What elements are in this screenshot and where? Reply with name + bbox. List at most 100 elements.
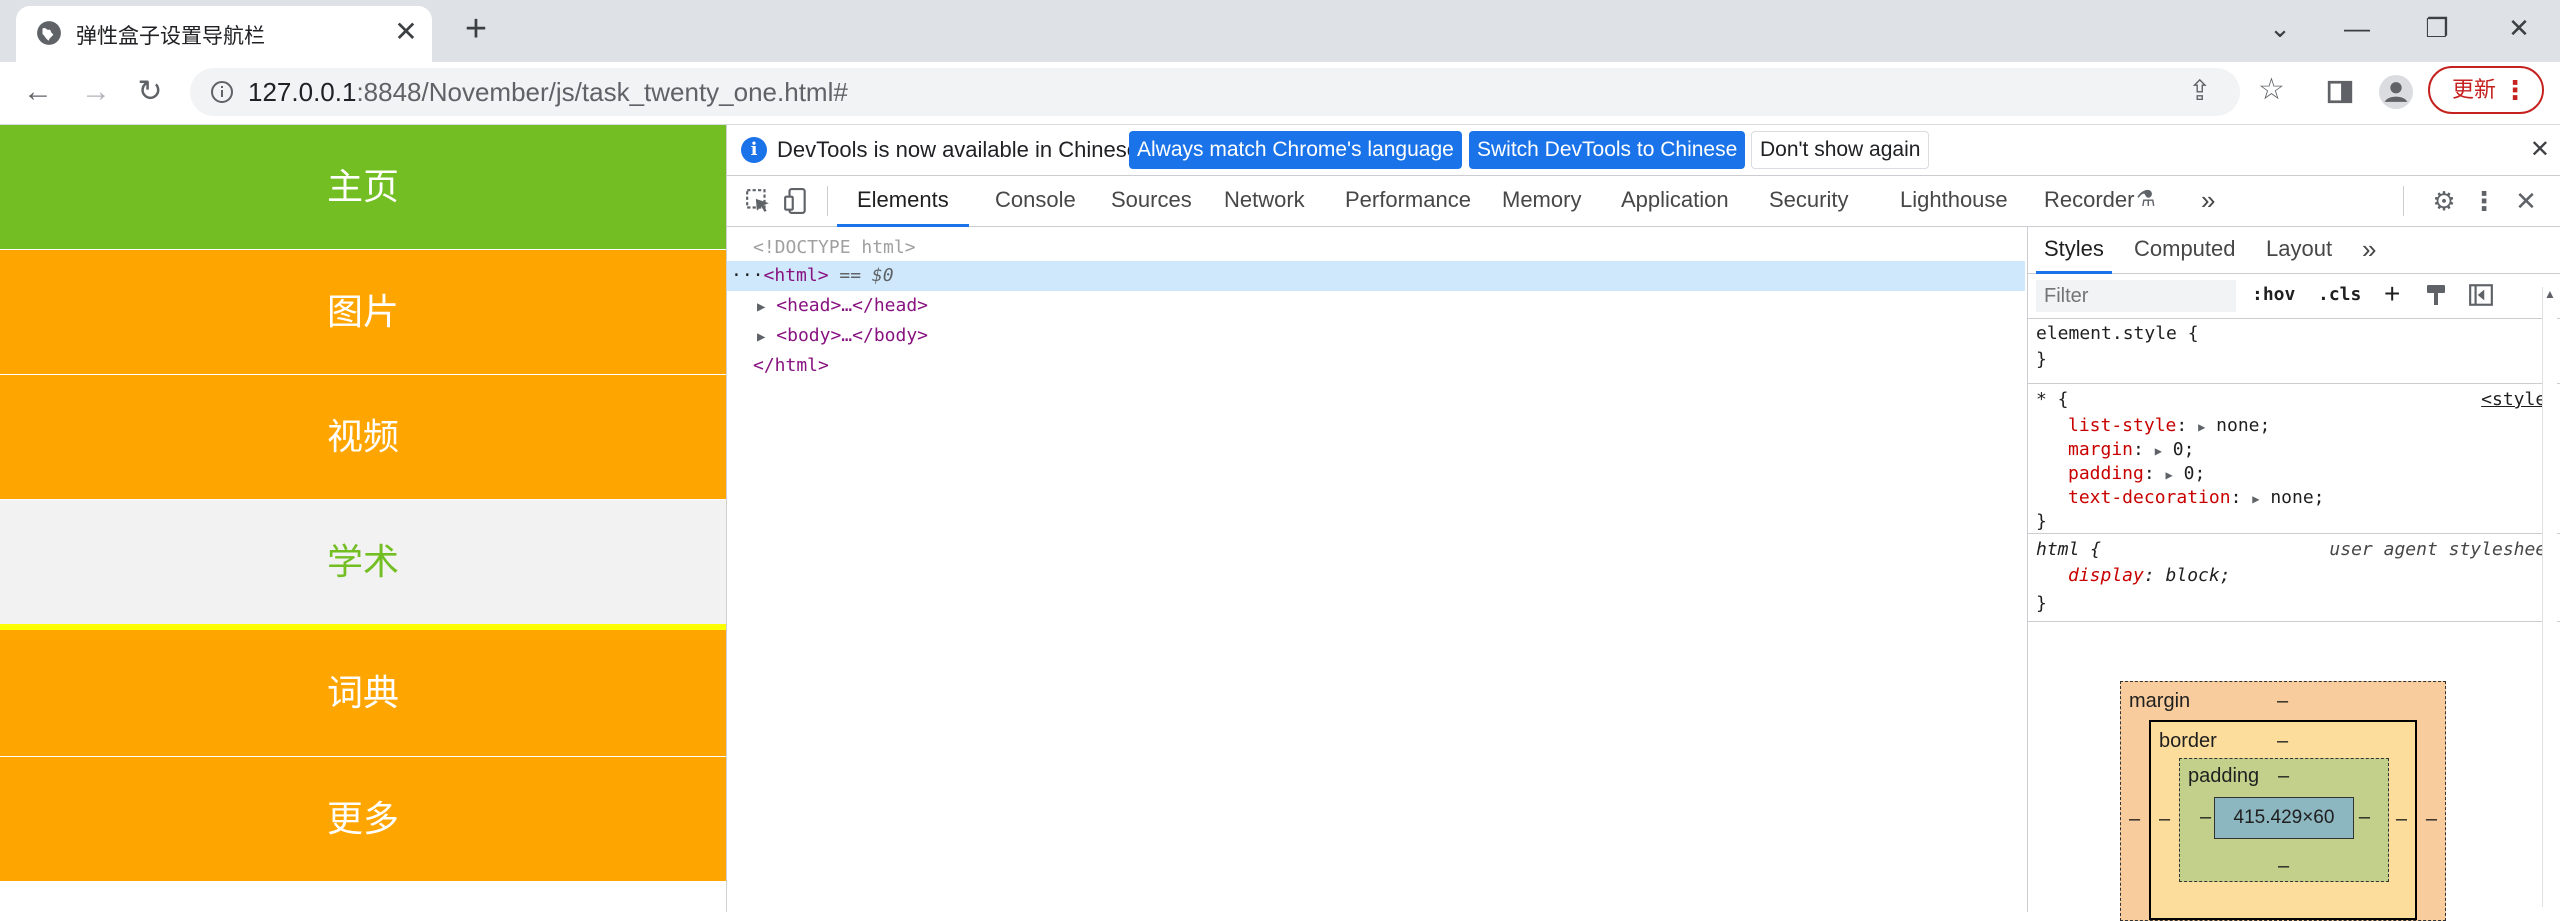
nav-item-more[interactable]: 更多	[0, 757, 726, 881]
tab-application[interactable]: Application	[1621, 176, 1729, 224]
doctype-text: <!DOCTYPE html>	[753, 237, 916, 258]
rule-html-user-agent[interactable]: html { user agent stylesheet display: bl…	[2028, 539, 2560, 622]
dom-head-node[interactable]: ▶ <head>…</head>	[727, 291, 2025, 321]
hov-toggle[interactable]: :hov	[2252, 284, 2295, 305]
devtools-close-icon[interactable]: ✕	[2509, 184, 2543, 218]
head-tag: <head>…</head>	[776, 295, 928, 316]
nav-item-academic[interactable]: 学术	[0, 500, 726, 624]
tab-security[interactable]: Security	[1769, 176, 1848, 224]
tab-sources[interactable]: Sources	[1111, 176, 1192, 224]
toggle-sidebar-icon[interactable]	[2468, 282, 2494, 313]
profile-avatar-icon[interactable]	[2378, 74, 2414, 110]
more-style-tabs-icon[interactable]: »	[2362, 227, 2376, 271]
tab-search-icon[interactable]: ⌄	[2255, 8, 2305, 48]
border-top-value: –	[2277, 730, 2289, 752]
settings-gear-icon[interactable]: ⚙	[2427, 184, 2461, 218]
info-icon: i	[741, 137, 767, 163]
tab-memory[interactable]: Memory	[1502, 176, 1581, 224]
bookmark-star-icon[interactable]: ☆	[2258, 72, 2285, 107]
html-selector: html {	[2036, 539, 2102, 560]
tab-close-icon[interactable]: ✕	[390, 16, 422, 48]
window-close-button[interactable]: ✕	[2494, 8, 2544, 48]
devtools-menu-icon[interactable]: ⋮	[2467, 184, 2501, 218]
restore-button[interactable]: ❐	[2412, 8, 2462, 48]
tab-performance[interactable]: Performance	[1345, 176, 1471, 224]
tab-styles[interactable]: Styles	[2036, 227, 2112, 274]
box-model-margin[interactable]: margin – – – border – – – padding – – – …	[2120, 681, 2446, 921]
nav-item-images[interactable]: 图片	[0, 250, 726, 374]
rule-close-brace: }	[2036, 349, 2047, 370]
expand-triangle-icon[interactable]: ▶	[757, 329, 765, 345]
nav-item-dictionary[interactable]: 词典	[0, 630, 726, 756]
cls-toggle[interactable]: .cls	[2318, 284, 2361, 305]
banner-close-icon[interactable]: ✕	[2530, 135, 2550, 164]
dom-html-node-selected[interactable]: ···<html> == $0	[727, 261, 2025, 291]
browser-tab[interactable]: 弹性盒子设置导航栏 ✕	[16, 6, 432, 62]
expand-triangle-icon[interactable]: ▶	[757, 299, 765, 315]
tab-console[interactable]: Console	[995, 176, 1076, 224]
url-path: :8848/November/js/task_twenty_one.html#	[356, 77, 848, 107]
browser-tab-strip: 弹性盒子设置导航栏 ✕ + ⌄ — ❐ ✕	[0, 0, 2560, 62]
share-icon[interactable]: ⇪	[2188, 74, 2211, 107]
paint-brush-icon[interactable]	[2424, 282, 2448, 313]
new-tab-button[interactable]: +	[456, 10, 496, 50]
styles-scrollbar[interactable]: ▲	[2542, 287, 2557, 907]
styles-tabbar: Styles Computed Layout »	[2028, 227, 2560, 274]
dom-doctype[interactable]: <!DOCTYPE html>	[727, 233, 2025, 263]
address-bar[interactable]: 127.0.0.1:8848/November/js/task_twenty_o…	[190, 68, 2285, 116]
padding-label: padding	[2188, 765, 2260, 787]
dom-body-node[interactable]: ▶ <body>…</body>	[727, 321, 2025, 351]
tab-network[interactable]: Network	[1224, 176, 1305, 224]
nav-item-label: 视频	[326, 416, 399, 457]
tab-layout[interactable]: Layout	[2266, 227, 2332, 271]
css-declaration[interactable]: text-decoration: ▶ none;	[2068, 487, 2325, 508]
tab-recorder[interactable]: Recorder	[2044, 176, 2134, 224]
box-model-padding[interactable]: padding – – – – 415.429×60	[2179, 758, 2389, 882]
css-declaration[interactable]: list-style: ▶ none;	[2068, 415, 2270, 436]
styles-filter-row: :hov .cls +	[2028, 274, 2560, 319]
nav-item-home[interactable]: 主页	[0, 125, 726, 249]
update-button[interactable]: 更新 ⋮	[2428, 66, 2544, 114]
box-model-content[interactable]: 415.429×60	[2214, 797, 2354, 839]
site-info-icon[interactable]	[210, 80, 234, 104]
rule-close-brace: }	[2036, 511, 2047, 532]
nav-item-label: 主页	[326, 166, 399, 207]
border-left-value: –	[2159, 808, 2171, 830]
styles-filter-input[interactable]	[2036, 280, 2236, 312]
tab-elements[interactable]: Elements	[837, 176, 969, 227]
box-model-border[interactable]: border – – – padding – – – – 415.429×60	[2149, 720, 2417, 920]
padding-bottom-value: –	[2278, 855, 2290, 877]
tab-computed[interactable]: Computed	[2134, 227, 2236, 271]
toolbar-divider	[827, 186, 828, 216]
rule-element-style[interactable]: element.style { }	[2028, 323, 2560, 384]
back-icon[interactable]: ←	[18, 72, 58, 112]
side-panel-icon[interactable]	[2322, 74, 2358, 110]
css-declaration[interactable]: padding: ▶ 0;	[2068, 463, 2205, 484]
ellipsis-icon[interactable]: ···	[731, 265, 764, 286]
dont-show-again-button[interactable]: Don't show again	[1751, 131, 1930, 169]
rule-universal[interactable]: * { <style> list-style: ▶ none; margin: …	[2028, 389, 2560, 534]
minimize-button[interactable]: —	[2332, 8, 2382, 48]
device-toolbar-icon[interactable]	[779, 184, 813, 218]
globe-icon	[37, 21, 61, 45]
element-style-selector: element.style {	[2036, 323, 2199, 344]
reload-icon[interactable]: ↻	[130, 72, 170, 112]
dom-html-close[interactable]: </html>	[727, 351, 2025, 381]
devtools-panel: i DevTools is now available in Chinese! …	[727, 125, 2560, 921]
tab-lighthouse[interactable]: Lighthouse	[1900, 176, 2008, 224]
switch-to-chinese-button[interactable]: Switch DevTools to Chinese	[1469, 131, 1746, 169]
forward-icon[interactable]: →	[76, 72, 116, 112]
banner-message: DevTools is now available in Chinese!	[777, 137, 1146, 162]
css-declaration[interactable]: margin: ▶ 0;	[2068, 439, 2194, 460]
nav-item-label: 更多	[326, 798, 399, 839]
nav-item-videos[interactable]: 视频	[0, 375, 726, 499]
inspect-element-icon[interactable]	[741, 184, 775, 218]
new-rule-plus-icon[interactable]: +	[2384, 278, 2400, 310]
margin-right-value: –	[2425, 808, 2437, 830]
margin-left-value: –	[2129, 808, 2141, 830]
update-label: 更新	[2452, 77, 2497, 102]
more-tabs-icon[interactable]: »	[2201, 176, 2215, 224]
dom-tree: <!DOCTYPE html> ···<html> == $0 ▶ <head>…	[727, 227, 2025, 912]
body-tag: <body>…</body>	[776, 325, 928, 346]
always-match-language-button[interactable]: Always match Chrome's language	[1129, 131, 1462, 169]
